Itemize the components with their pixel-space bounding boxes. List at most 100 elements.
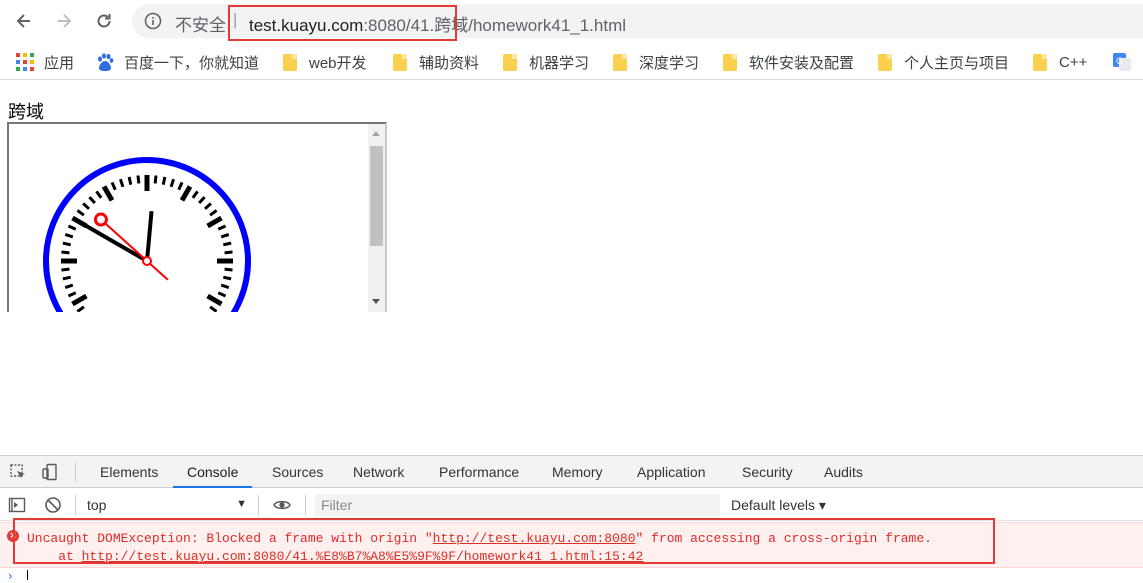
bookmark-label: web开发 xyxy=(309,54,367,72)
console-error-message: × Uncaught DOMException: Blocked a frame… xyxy=(0,522,1143,568)
tab-sources[interactable]: Sources xyxy=(270,456,325,488)
error-line-2: at http://test.kuayu.com:8080/41.%E8%B7%… xyxy=(27,549,643,564)
bookmark-cpp[interactable]: C++ xyxy=(1033,51,1087,73)
inspect-element-icon[interactable] xyxy=(9,463,27,481)
folder-icon xyxy=(613,53,627,71)
folder-icon xyxy=(283,53,297,71)
minute-tick xyxy=(136,175,141,184)
bookmark-google-translate[interactable]: G xyxy=(1112,51,1132,73)
error-prefix: Uncaught DOMException: Blocked a frame w… xyxy=(27,531,433,546)
bookmark-label: 应用 xyxy=(44,54,75,72)
tab-elements[interactable]: Elements xyxy=(98,456,160,488)
context-selector[interactable]: top ▼ xyxy=(87,497,247,513)
error-line-1: Uncaught DOMException: Blocked a frame w… xyxy=(27,531,932,546)
info-icon[interactable] xyxy=(144,12,162,30)
console-toolbar: top ▼ Filter Default levels ▾ xyxy=(0,489,1143,521)
security-label: 不安全 xyxy=(175,16,226,35)
reload-button[interactable] xyxy=(90,8,118,34)
bookmark-web-dev[interactable]: web开发 xyxy=(283,51,367,73)
reload-icon xyxy=(97,14,111,28)
clock-center-pin xyxy=(142,256,152,266)
tab-memory[interactable]: Memory xyxy=(550,456,605,488)
scroll-down-arrow-icon[interactable] xyxy=(372,299,380,304)
tab-console[interactable]: Console xyxy=(173,456,253,488)
bookmark-label: C++ xyxy=(1059,53,1088,71)
error-origin-link[interactable]: http://test.kuayu.com:8080 xyxy=(433,531,636,546)
bookmarks-bar: 应用 百度一下，你就知道 web开发 辅助资料 机器学习 深度学习 软件安装及配… xyxy=(0,44,1143,80)
minute-tick xyxy=(224,250,233,255)
clear-console-icon[interactable] xyxy=(44,496,62,514)
minute-tick xyxy=(222,241,232,247)
minute-tick xyxy=(222,275,232,281)
toolbar-divider xyxy=(305,495,306,515)
back-arrow-icon xyxy=(16,14,30,28)
console-prompt-icon: › xyxy=(8,569,13,583)
folder-icon xyxy=(503,53,517,71)
back-button[interactable] xyxy=(10,8,38,34)
minute-tick xyxy=(161,176,167,186)
baidu-paw-icon xyxy=(98,53,114,71)
devtools-panel: Elements Console Sources Network Performance… xyxy=(0,455,1143,583)
folder-icon xyxy=(1033,53,1047,71)
bookmark-baidu[interactable]: 百度一下，你就知道 xyxy=(95,51,259,73)
clock-image xyxy=(43,157,251,312)
devtools-tabbar: Elements Console Sources Network Performance… xyxy=(0,456,1143,488)
minute-tick xyxy=(127,176,133,186)
bookmark-label: 深度学习 xyxy=(639,54,700,72)
console-filter-input[interactable]: Filter xyxy=(315,494,720,516)
bookmark-reference[interactable]: 辅助资料 xyxy=(393,51,479,73)
tab-security[interactable]: Security xyxy=(740,456,795,488)
minute-tick xyxy=(62,241,72,247)
browser-toolbar: 不安全 | test.kuayu.com:8080/41.跨域/homework… xyxy=(0,0,1143,42)
live-expression-eye-icon[interactable] xyxy=(273,496,291,514)
toolbar-divider xyxy=(258,495,259,515)
bookmark-label: 辅助资料 xyxy=(419,54,480,72)
bookmark-label: 软件安装及配置 xyxy=(749,54,855,72)
toolbar-divider xyxy=(75,462,76,482)
tab-network[interactable]: Network xyxy=(351,456,406,488)
folder-icon xyxy=(393,53,407,71)
device-toolbar-icon[interactable] xyxy=(41,463,59,481)
url-separator: | xyxy=(233,10,238,29)
bookmark-deep-learning[interactable]: 深度学习 xyxy=(613,51,699,73)
minute-tick xyxy=(224,267,233,272)
second-hand-tip xyxy=(93,212,108,227)
clock-iframe[interactable] xyxy=(7,122,387,312)
error-icon: × xyxy=(7,530,19,542)
scroll-up-arrow-icon[interactable] xyxy=(372,131,380,136)
tab-performance[interactable]: Performance xyxy=(437,456,521,488)
page-heading: 跨域 xyxy=(8,102,44,122)
error-at: at xyxy=(27,549,82,564)
log-levels-dropdown[interactable]: Default levels ▾ xyxy=(731,497,826,514)
url-text[interactable]: test.kuayu.com:8080/41.跨域/homework41_1.h… xyxy=(249,11,626,36)
url-host: test.kuayu.com xyxy=(249,16,364,35)
bookmark-machine-learning[interactable]: 机器学习 xyxy=(503,51,589,73)
toolbar-divider xyxy=(75,495,76,515)
bookmark-label: 机器学习 xyxy=(529,54,590,72)
forward-arrow-icon xyxy=(58,14,72,28)
show-sidebar-icon[interactable] xyxy=(8,496,26,514)
bookmark-software-setup[interactable]: 软件安装及配置 xyxy=(723,51,854,73)
tab-audits[interactable]: Audits xyxy=(822,456,865,488)
address-bar[interactable]: 不安全 | test.kuayu.com:8080/41.跨域/homework… xyxy=(132,4,1143,38)
forward-button[interactable] xyxy=(50,8,78,34)
minute-tick xyxy=(62,275,72,281)
iframe-scrollbar[interactable] xyxy=(368,124,385,312)
bookmark-label: 个人主页与项目 xyxy=(904,54,1010,72)
minute-tick xyxy=(61,250,70,255)
bookmark-apps[interactable]: 应用 xyxy=(16,51,74,73)
dropdown-caret-icon: ▼ xyxy=(236,498,247,510)
url-path: :8080/41.跨域/homework41_1.html xyxy=(363,16,627,35)
tab-application[interactable]: Application xyxy=(635,456,708,488)
error-suffix: " from accessing a cross-origin frame. xyxy=(635,531,932,546)
context-value: top xyxy=(87,497,107,513)
minute-tick xyxy=(61,267,70,272)
scroll-thumb[interactable] xyxy=(370,146,383,246)
bookmark-label: 百度一下，你就知道 xyxy=(124,54,260,72)
error-source-link[interactable]: http://test.kuayu.com:8080/41.%E8%B7%A8%… xyxy=(82,549,644,564)
google-translate-icon: G xyxy=(1113,53,1131,71)
folder-icon xyxy=(878,53,892,71)
bookmark-personal-projects[interactable]: 个人主页与项目 xyxy=(878,51,1009,73)
folder-icon xyxy=(723,53,737,71)
svg-text:G: G xyxy=(1116,57,1123,67)
